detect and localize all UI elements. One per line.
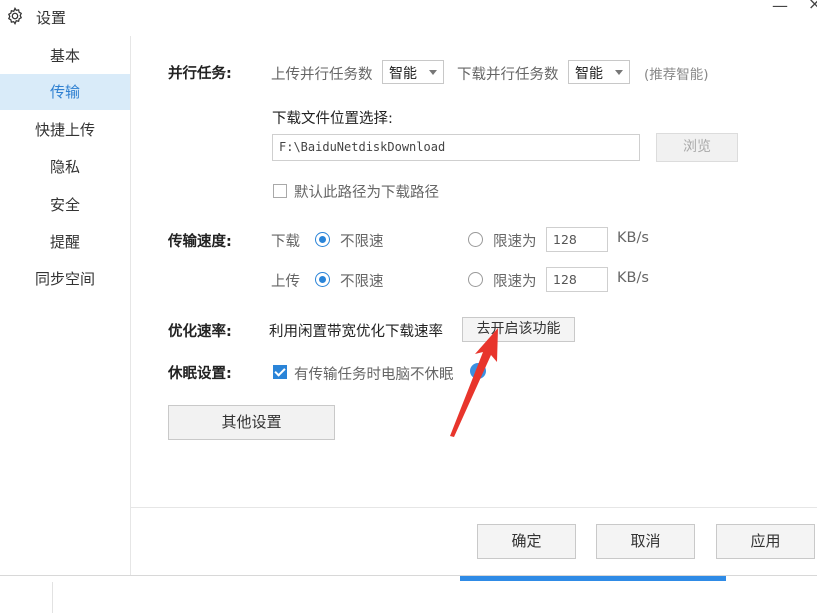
annotation-arrow-icon: [450, 328, 498, 437]
download-parallel-label: 下载并行任务数: [457, 67, 559, 83]
parallel-hint: (推荐智能): [644, 67, 709, 83]
browse-button[interactable]: 浏览: [656, 133, 738, 162]
default-path-label: 默认此路径为下载路径: [294, 185, 439, 201]
chevron-down-icon: [615, 70, 623, 75]
upload-unlimited-radio[interactable]: [315, 272, 330, 287]
background-window-corner: [0, 582, 53, 613]
ok-button[interactable]: 确定: [477, 524, 576, 559]
download-speed-label: 下载: [271, 234, 300, 250]
footer-divider: [131, 507, 817, 508]
background-window-strip: [460, 576, 726, 581]
title-bar: 设置 — ×: [0, 0, 817, 34]
transfer-speed-label: 传输速度:: [168, 234, 232, 250]
upload-parallel-label: 上传并行任务数: [271, 67, 373, 83]
upload-limit-label: 限速为: [493, 274, 537, 290]
download-location-label: 下载文件位置选择:: [272, 111, 393, 127]
upload-limit-unit: KB/s: [617, 270, 649, 286]
prevent-sleep-checkbox[interactable]: [273, 365, 287, 379]
default-path-checkbox[interactable]: [273, 184, 287, 198]
sidebar-item-quick-upload[interactable]: 快捷上传: [0, 112, 130, 148]
upload-limit-input[interactable]: 128: [546, 267, 608, 292]
download-path-input[interactable]: F:\BaiduNetdiskDownload: [272, 134, 640, 161]
chevron-down-icon: [429, 70, 437, 75]
upload-unlimited-label: 不限速: [340, 274, 384, 290]
download-unlimited-label: 不限速: [340, 234, 384, 250]
download-parallel-value: 智能: [575, 66, 603, 82]
upload-limit-radio[interactable]: [468, 272, 483, 287]
sidebar-item-reminder[interactable]: 提醒: [0, 224, 130, 260]
sidebar-item-transfer[interactable]: 传输: [0, 74, 130, 110]
download-limit-unit: KB/s: [617, 230, 649, 246]
download-unlimited-radio[interactable]: [315, 232, 330, 247]
parallel-tasks-label: 并行任务:: [168, 66, 232, 82]
window-title: 设置: [36, 9, 67, 27]
download-limit-input[interactable]: 128: [546, 227, 608, 252]
prevent-sleep-label: 有传输任务时电脑不休眠: [294, 367, 454, 383]
upload-speed-label: 上传: [271, 274, 300, 290]
upload-parallel-select[interactable]: 智能: [382, 60, 444, 84]
sidebar-item-security[interactable]: 安全: [0, 187, 130, 223]
minimize-button[interactable]: —: [772, 0, 788, 15]
close-button[interactable]: ×: [808, 0, 817, 13]
sidebar-item-basic[interactable]: 基本: [0, 38, 130, 74]
download-limit-radio[interactable]: [468, 232, 483, 247]
settings-sidebar: 基本 传输 快捷上传 隐私 安全 提醒 同步空间: [0, 36, 131, 576]
sidebar-item-sync-space[interactable]: 同步空间: [0, 261, 130, 297]
apply-button[interactable]: 应用: [716, 524, 815, 559]
optimize-speed-label: 优化速率:: [168, 324, 232, 340]
optimize-description: 利用闲置带宽优化下载速率: [269, 324, 443, 340]
download-parallel-select[interactable]: 智能: [568, 60, 630, 84]
upload-parallel-value: 智能: [389, 66, 417, 82]
gear-icon: [7, 7, 23, 25]
sidebar-item-privacy[interactable]: 隐私: [0, 149, 130, 185]
other-settings-button[interactable]: 其他设置: [168, 405, 335, 440]
sleep-settings-label: 休眠设置:: [168, 366, 232, 382]
cancel-button[interactable]: 取消: [596, 524, 695, 559]
download-limit-label: 限速为: [493, 234, 537, 250]
